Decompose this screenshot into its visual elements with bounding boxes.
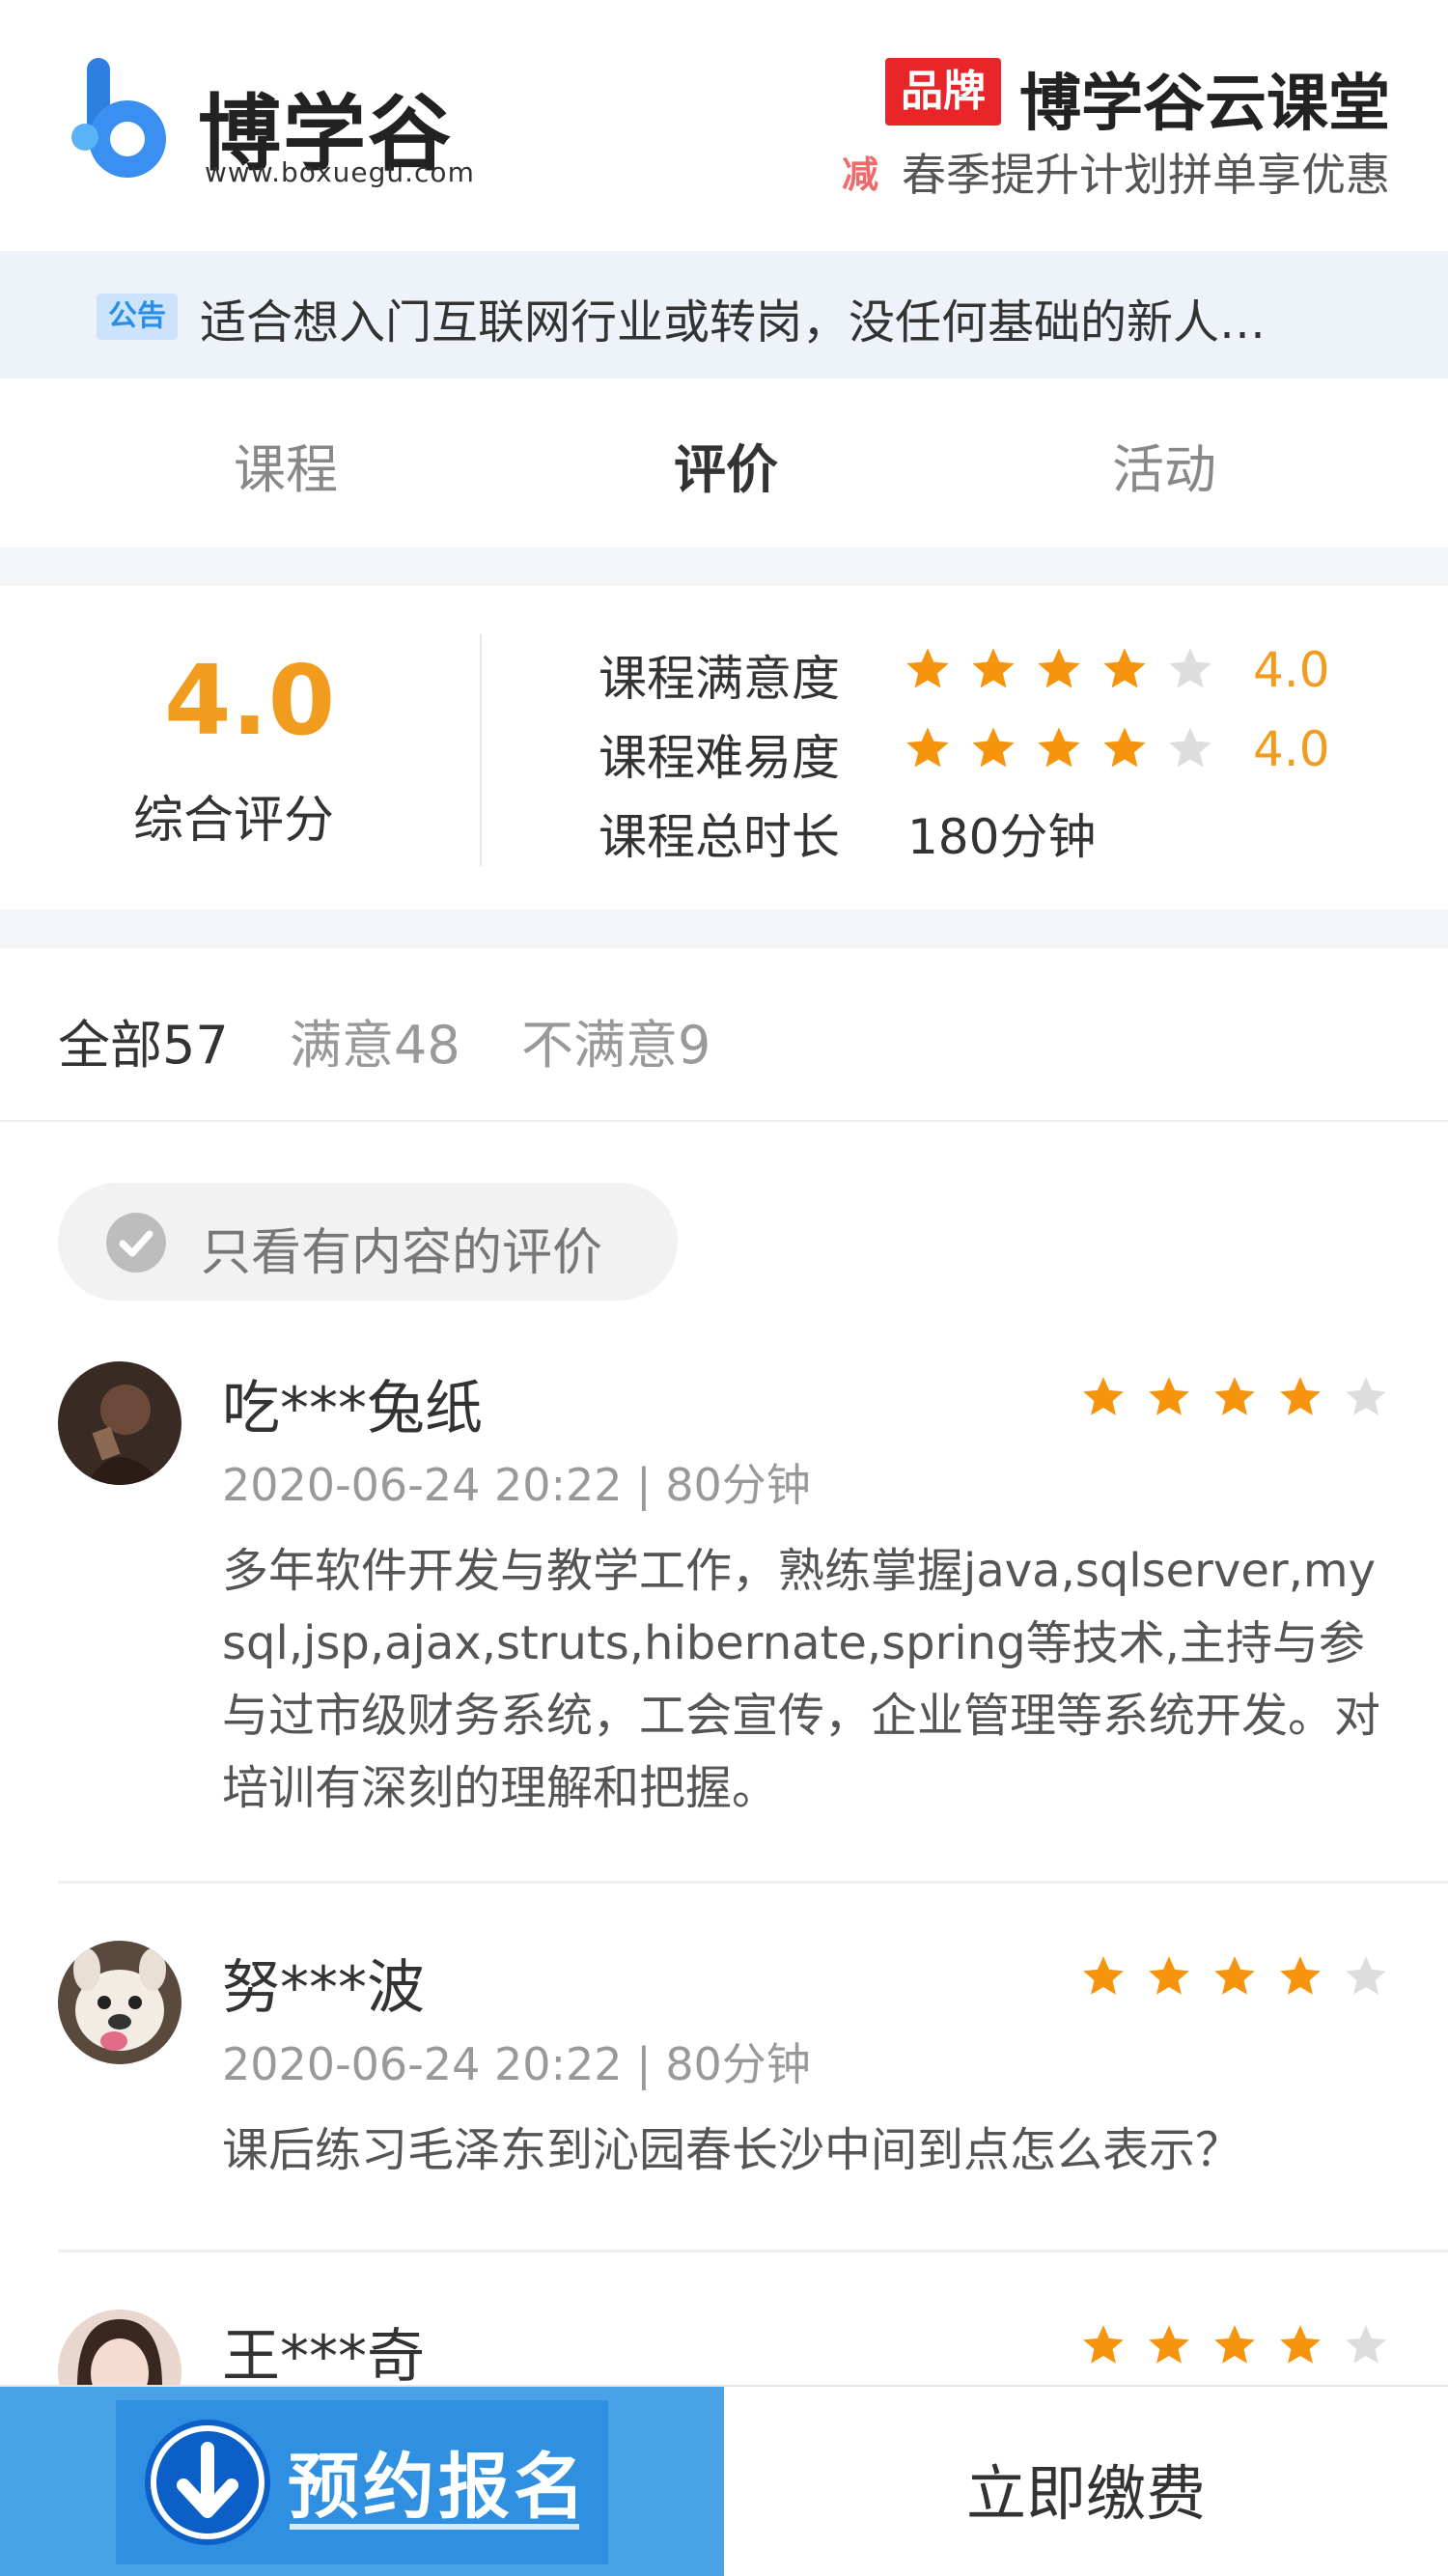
star-filled-icon bbox=[1100, 644, 1150, 694]
reserve-label: 预约报名 bbox=[288, 2446, 589, 2529]
star-rating bbox=[903, 723, 1231, 777]
avatar[interactable] bbox=[58, 1941, 181, 2064]
star-filled-icon bbox=[1276, 2321, 1324, 2369]
check-circle-icon bbox=[106, 1213, 166, 1273]
star-empty-icon bbox=[1342, 2321, 1390, 2369]
metric-value: 4.0 bbox=[1253, 642, 1330, 698]
star-filled-icon bbox=[1100, 723, 1150, 773]
review-star-rating bbox=[1062, 1952, 1390, 2006]
star-filled-icon bbox=[1276, 1952, 1324, 2001]
star-filled-icon bbox=[1211, 2321, 1259, 2369]
star-empty-icon bbox=[1165, 723, 1215, 773]
score-summary: 4.0 综合评分 课程满意度 4.0 课程难易度 4.0 课程总时长 180分钟 bbox=[0, 586, 1448, 910]
metric-difficulty: 课程难易度 4.0 bbox=[599, 719, 1371, 787]
reserve-underline bbox=[290, 2524, 579, 2530]
notice-tag: 公告 bbox=[97, 294, 178, 340]
content-only-label: 只看有内容的评价 bbox=[201, 1224, 603, 1282]
review-filter-bar: 全部57 满意48 不满意9 bbox=[0, 948, 1448, 1122]
overall-score-label: 综合评分 bbox=[133, 792, 335, 850]
tab-course[interactable]: 课程 bbox=[234, 427, 338, 503]
star-filled-icon bbox=[1034, 644, 1084, 694]
boxuegu-logo[interactable]: 博学谷 www.boxuegu.com bbox=[68, 58, 475, 193]
star-filled-icon bbox=[1145, 1952, 1193, 2001]
star-rating bbox=[903, 644, 1231, 698]
bottom-action-bar: 预约报名 立即缴费 bbox=[0, 2385, 1448, 2576]
review-body: 多年软件开发与教学工作，熟练掌握java,sqlserver,mysql,jsp… bbox=[222, 1544, 1381, 1815]
review-item: 吃***兔纸 2020-06-24 20:22 | 80分钟 多年软件开发与教学… bbox=[0, 1361, 1448, 1873]
reserve-banner: 预约报名 bbox=[116, 2400, 608, 2564]
star-filled-icon bbox=[903, 723, 953, 773]
star-filled-icon bbox=[1276, 1373, 1324, 1421]
review-meta: 2020-06-24 20:22 | 80分钟 bbox=[222, 1459, 811, 1511]
star-filled-icon bbox=[968, 644, 1018, 694]
star-filled-icon bbox=[968, 723, 1018, 773]
metric-satisfaction: 课程满意度 4.0 bbox=[599, 640, 1371, 708]
overall-score: 4.0 bbox=[164, 644, 336, 757]
section-gap bbox=[0, 910, 1448, 948]
star-filled-icon bbox=[1034, 723, 1084, 773]
metric-label: 课程难易度 bbox=[599, 730, 840, 786]
section-gap bbox=[0, 547, 1448, 586]
star-filled-icon bbox=[1145, 1373, 1193, 1421]
filter-all[interactable]: 全部57 bbox=[58, 1002, 229, 1078]
star-empty-icon bbox=[1165, 644, 1215, 694]
promo-discount-tag: 减 bbox=[841, 154, 878, 196]
tab-activity[interactable]: 活动 bbox=[1112, 427, 1216, 503]
reviewer-name: 王***奇 bbox=[222, 2323, 425, 2387]
content-only-toggle[interactable]: 只看有内容的评价 bbox=[58, 1183, 678, 1301]
star-empty-icon bbox=[1342, 1373, 1390, 1421]
review-item: 努***波 2020-06-24 20:22 | 80分钟 课后练习毛泽东到沁园… bbox=[0, 1941, 1448, 2230]
star-filled-icon bbox=[903, 644, 953, 694]
review-meta: 2020-06-24 20:22 | 80分钟 bbox=[222, 2038, 811, 2090]
logo-url: www.boxuegu.com bbox=[205, 156, 475, 188]
filter-unsatisfied[interactable]: 不满意9 bbox=[521, 1002, 710, 1078]
metric-label: 课程满意度 bbox=[599, 651, 840, 707]
metric-duration-value: 180分钟 bbox=[907, 809, 1097, 865]
reserve-button[interactable]: 预约报名 bbox=[0, 2387, 724, 2576]
review-divider bbox=[58, 1881, 1448, 1884]
star-filled-icon bbox=[1145, 2321, 1193, 2369]
filter-satisfied[interactable]: 满意48 bbox=[290, 1002, 460, 1078]
brand-badge: 品牌 bbox=[885, 58, 1001, 126]
pay-label: 立即缴费 bbox=[965, 2458, 1206, 2529]
star-filled-icon bbox=[1211, 1373, 1259, 1421]
reviewer-name: 努***波 bbox=[222, 1954, 425, 2022]
review-star-rating bbox=[1062, 1373, 1390, 1427]
star-filled-icon bbox=[1079, 1952, 1128, 2001]
notice-bar[interactable]: 公告 适合想入门互联网行业或转岗，没任何基础的新人… bbox=[0, 251, 1448, 378]
promo-text[interactable]: 春季提升计划拼单享优惠 bbox=[902, 140, 1390, 204]
metric-duration: 课程总时长 180分钟 bbox=[599, 798, 1371, 866]
metric-label: 课程总时长 bbox=[599, 809, 840, 865]
avatar[interactable] bbox=[58, 2310, 181, 2387]
review-item: 王***奇 bbox=[0, 2310, 1448, 2387]
star-filled-icon bbox=[1079, 2321, 1128, 2369]
metric-value: 4.0 bbox=[1253, 721, 1330, 777]
review-star-rating bbox=[1062, 2321, 1390, 2375]
reviewer-name: 吃***兔纸 bbox=[222, 1375, 483, 1442]
tab-reviews[interactable]: 评价 bbox=[674, 427, 778, 503]
review-divider bbox=[58, 2250, 1448, 2253]
notice-text: 适合想入门互联网行业或转岗，没任何基础的新人… bbox=[200, 295, 1267, 350]
star-filled-icon bbox=[1079, 1373, 1128, 1421]
pay-button[interactable]: 立即缴费 bbox=[724, 2387, 1448, 2576]
star-empty-icon bbox=[1342, 1952, 1390, 2001]
brand-title[interactable]: 博学谷云课堂 bbox=[1019, 54, 1390, 143]
header: 博学谷 www.boxuegu.com 品牌 博学谷云课堂 减 春季提升计划拼单… bbox=[0, 0, 1448, 251]
avatar[interactable] bbox=[58, 1361, 181, 1485]
download-arrow-icon bbox=[145, 2420, 270, 2545]
score-divider bbox=[480, 634, 482, 866]
tab-bar: 课程 评价 活动 bbox=[0, 378, 1448, 547]
logo-b-icon bbox=[68, 58, 183, 183]
star-filled-icon bbox=[1211, 1952, 1259, 2001]
review-body: 课后练习毛泽东到沁园春长沙中间到点怎么表示？ bbox=[222, 2123, 1242, 2177]
